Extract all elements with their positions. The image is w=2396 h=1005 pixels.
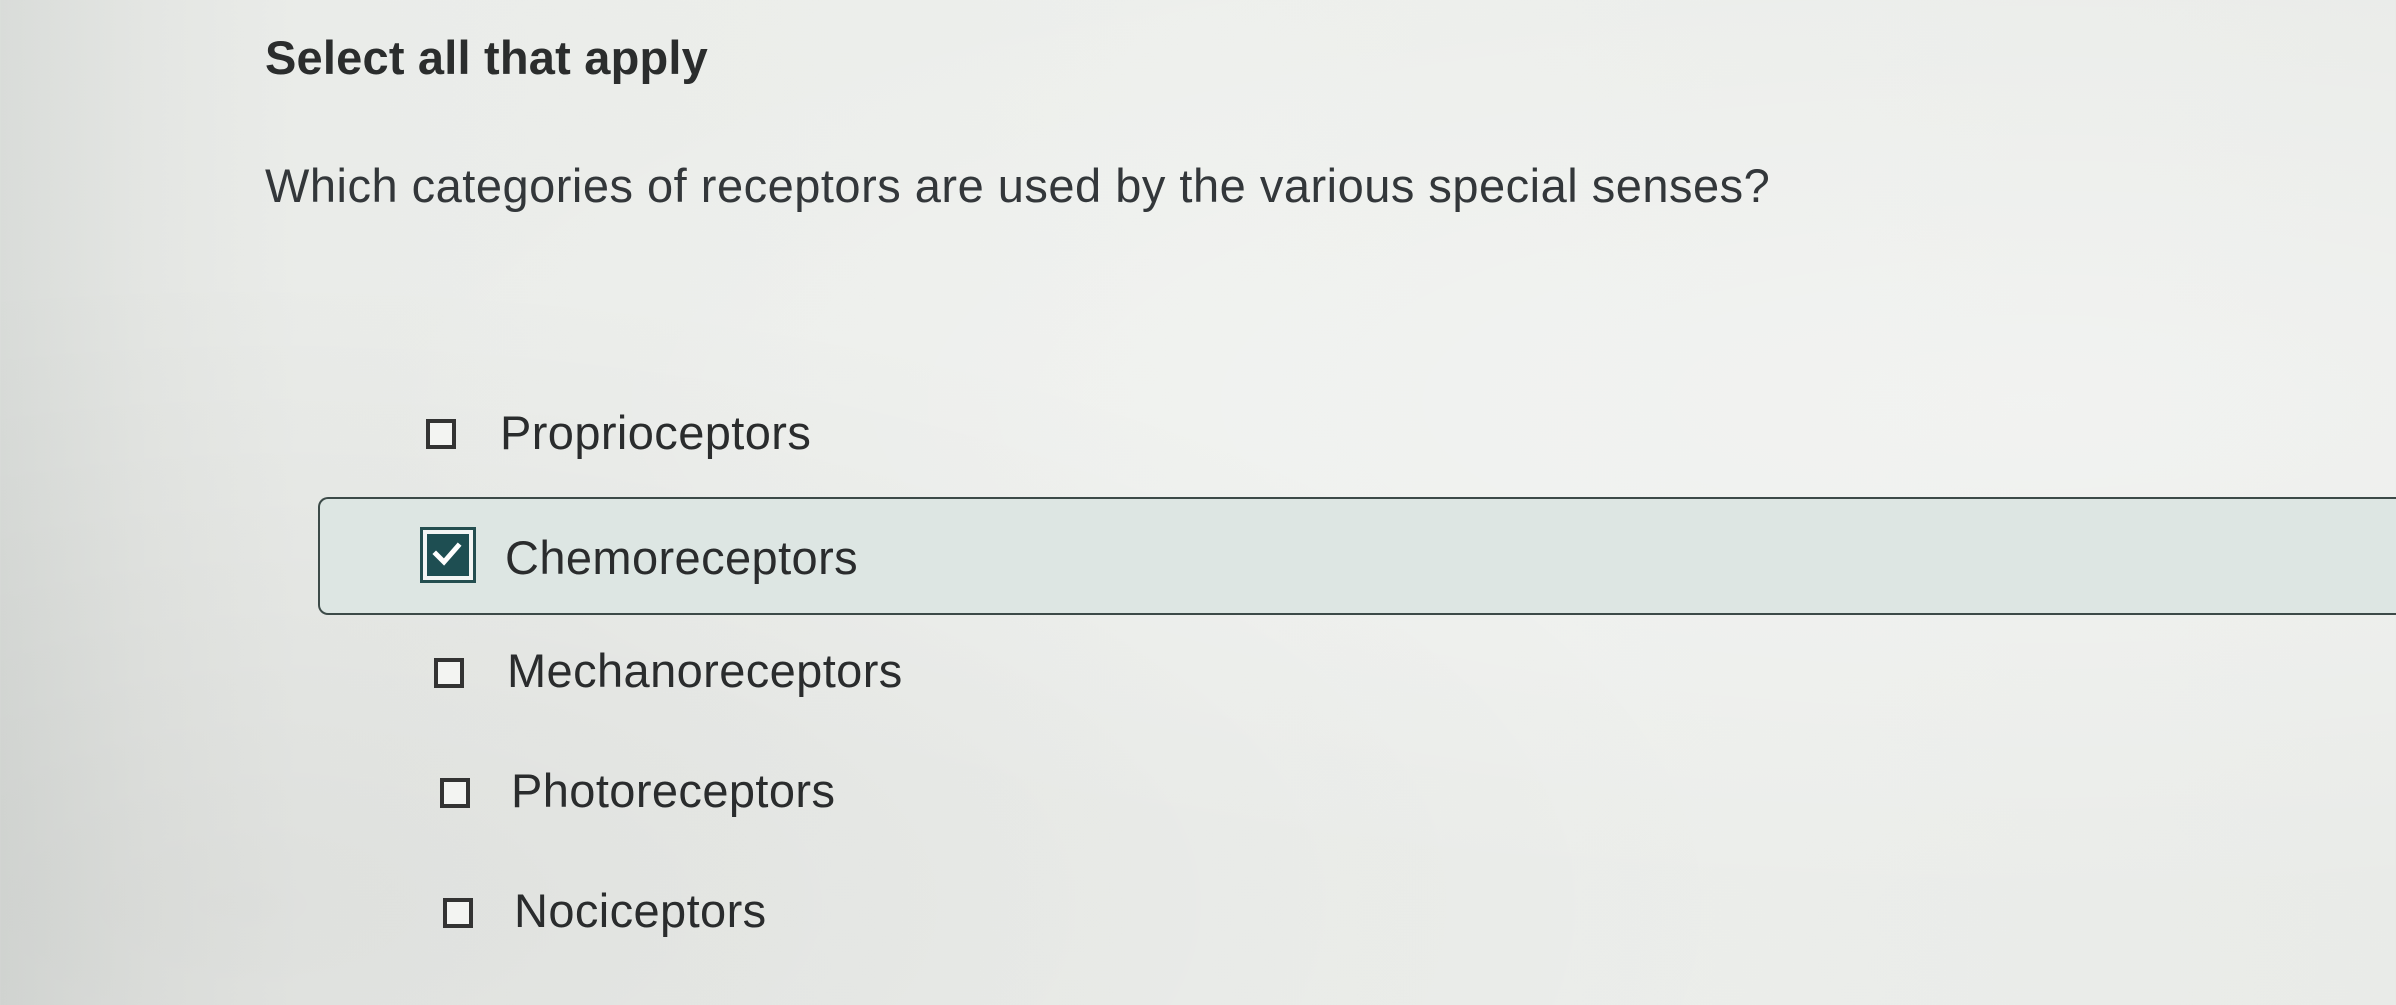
checkbox-fill bbox=[427, 534, 469, 576]
option-nociceptors[interactable]: Nociceptors bbox=[0, 863, 2396, 973]
checkbox-empty-icon[interactable] bbox=[426, 419, 456, 449]
checkbox-checked[interactable] bbox=[420, 527, 476, 583]
checkbox-empty-icon[interactable] bbox=[440, 778, 470, 808]
option-label: Photoreceptors bbox=[511, 764, 836, 817]
checkbox-empty-icon[interactable] bbox=[443, 898, 473, 928]
checkmark-icon bbox=[432, 542, 462, 566]
option-mechanoreceptors[interactable]: Mechanoreceptors bbox=[0, 623, 2396, 733]
option-label: Nociceptors bbox=[514, 884, 767, 937]
answer-options: Proprioceptors Chemoreceptors Mechanorec… bbox=[0, 0, 2396, 1005]
option-label: Chemoreceptors bbox=[505, 531, 859, 584]
option-label: Proprioceptors bbox=[500, 406, 812, 459]
option-chemoreceptors[interactable]: Chemoreceptors bbox=[0, 497, 2396, 619]
checkbox-empty-icon[interactable] bbox=[434, 658, 464, 688]
option-proprioceptors[interactable]: Proprioceptors bbox=[0, 383, 2396, 493]
quiz-page: Select all that apply Which categories o… bbox=[0, 0, 2396, 1005]
option-label: Mechanoreceptors bbox=[507, 644, 903, 697]
option-photoreceptors[interactable]: Photoreceptors bbox=[0, 743, 2396, 853]
